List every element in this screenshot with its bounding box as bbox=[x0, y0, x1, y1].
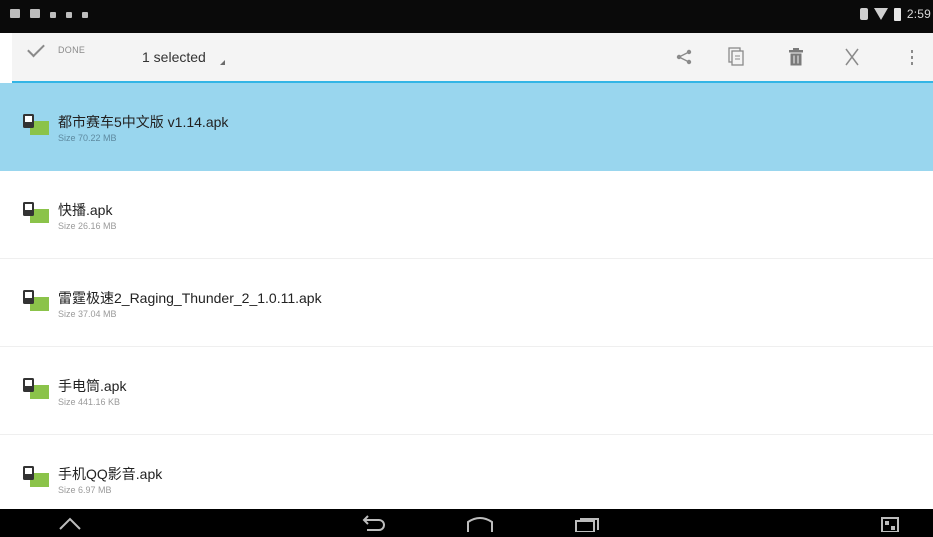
navigation-bar bbox=[0, 509, 933, 537]
bluetooth-icon bbox=[859, 8, 868, 20]
copy-button[interactable] bbox=[716, 33, 756, 81]
wifi-icon bbox=[873, 8, 888, 20]
file-size: Size 6.97 MB bbox=[58, 485, 112, 495]
share-icon bbox=[676, 49, 692, 65]
file-size: Size 26.16 MB bbox=[58, 221, 117, 231]
sd-card-icon bbox=[82, 11, 88, 18]
recents-icon bbox=[575, 518, 599, 532]
cut-icon bbox=[845, 48, 859, 66]
done-button[interactable]: DONE bbox=[27, 39, 86, 57]
file-name: 都市赛车5中文版 v1.14.apk bbox=[58, 114, 229, 130]
file-name: 手机QQ影音.apk bbox=[58, 466, 163, 482]
overflow-menu-icon bbox=[911, 50, 913, 65]
share-button[interactable] bbox=[664, 33, 704, 81]
notification-dot-icon bbox=[66, 11, 72, 18]
back-button[interactable] bbox=[352, 509, 392, 537]
hide-keyboard-button[interactable] bbox=[52, 509, 88, 537]
done-label: DONE bbox=[58, 45, 86, 55]
status-left-icons bbox=[10, 9, 88, 18]
usb-icon bbox=[50, 11, 56, 18]
selection-count-label: 1 selected bbox=[142, 49, 206, 65]
apk-file-icon bbox=[23, 378, 49, 399]
apk-file-icon bbox=[23, 290, 49, 311]
checkmark-icon bbox=[27, 39, 45, 57]
file-list: 都市赛车5中文版 v1.14.apk Size 70.22 MB 快播.apk … bbox=[0, 83, 933, 523]
apk-file-icon bbox=[23, 114, 49, 135]
file-row[interactable]: 快播.apk Size 26.16 MB bbox=[0, 171, 933, 259]
status-right-icons: 2:59 bbox=[859, 7, 931, 21]
file-row[interactable]: 手电筒.apk Size 441.16 KB bbox=[0, 347, 933, 435]
screenshot-icon bbox=[10, 9, 20, 18]
file-name: 快播.apk bbox=[58, 202, 113, 218]
file-row[interactable]: 都市赛车5中文版 v1.14.apk Size 70.22 MB bbox=[0, 83, 933, 171]
expand-icon bbox=[881, 517, 899, 532]
selection-spinner[interactable]: 1 selected bbox=[142, 49, 225, 65]
home-icon bbox=[467, 517, 493, 532]
back-icon bbox=[362, 515, 385, 531]
home-button[interactable] bbox=[460, 509, 500, 537]
recents-button[interactable] bbox=[566, 509, 606, 537]
overflow-menu-button[interactable] bbox=[892, 33, 932, 81]
apk-file-icon bbox=[23, 202, 49, 223]
expand-button[interactable] bbox=[870, 509, 910, 537]
battery-icon bbox=[893, 7, 901, 21]
status-bar: 2:59 bbox=[0, 0, 933, 33]
delete-icon bbox=[789, 48, 803, 66]
file-size: Size 441.16 KB bbox=[58, 397, 121, 407]
hide-keyboard-icon bbox=[59, 517, 81, 530]
file-name: 手电筒.apk bbox=[58, 378, 127, 394]
spinner-triangle-icon bbox=[219, 60, 225, 65]
file-size: Size 70.22 MB bbox=[58, 133, 117, 143]
file-row[interactable]: 雷霆极速2_Raging_Thunder_2_1.0.11.apk Size 3… bbox=[0, 259, 933, 347]
contextual-action-bar: DONE 1 selected bbox=[12, 33, 933, 83]
apk-file-icon bbox=[23, 466, 49, 487]
file-size: Size 37.04 MB bbox=[58, 309, 117, 319]
copy-icon bbox=[728, 47, 744, 66]
cut-button[interactable] bbox=[832, 33, 872, 81]
status-time: 2:59 bbox=[906, 7, 931, 21]
image-icon bbox=[30, 9, 40, 18]
delete-button[interactable] bbox=[776, 33, 816, 81]
file-name: 雷霆极速2_Raging_Thunder_2_1.0.11.apk bbox=[58, 290, 322, 306]
